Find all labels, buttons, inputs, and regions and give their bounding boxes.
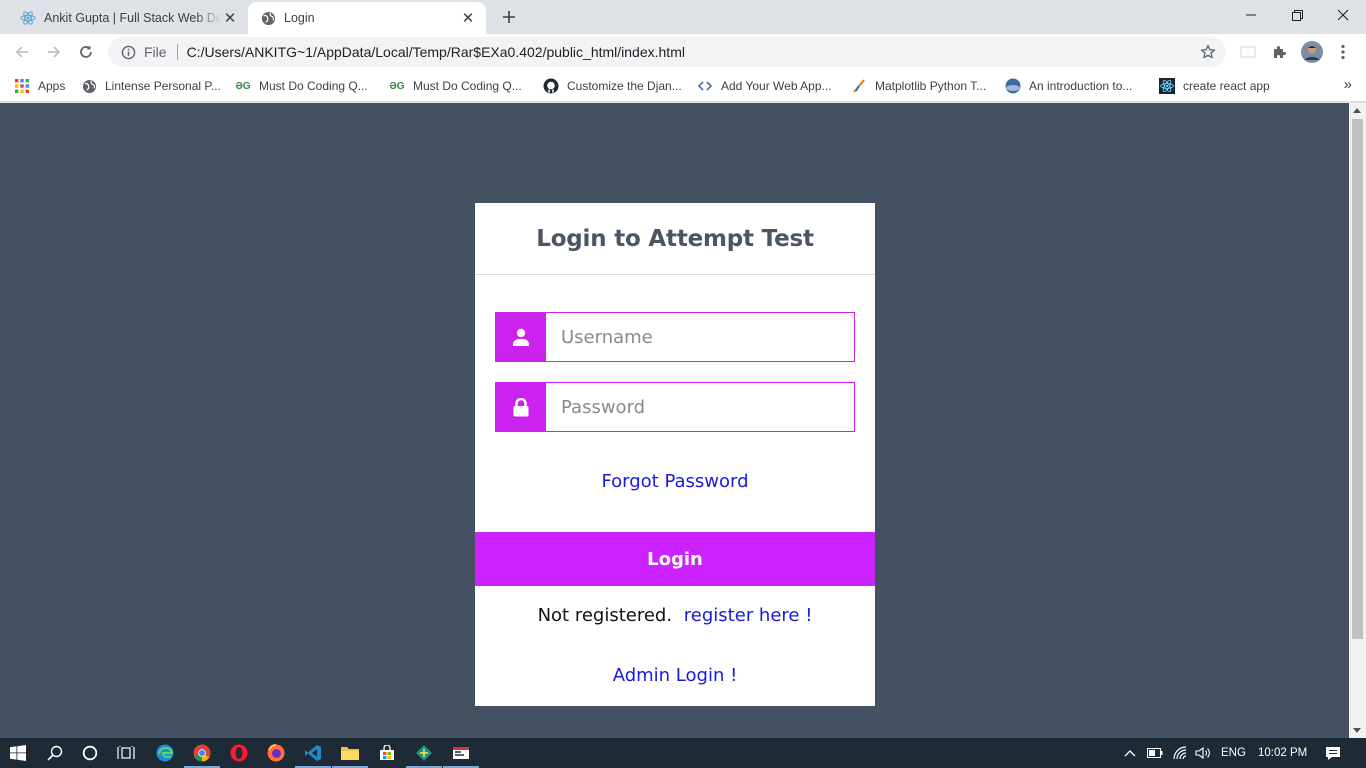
search-icon[interactable] [43,741,67,765]
firefox-browser-icon[interactable] [264,741,288,765]
restore-icon[interactable] [1274,0,1320,30]
apps-grid-icon [14,78,30,94]
profile-avatar-icon[interactable] [1301,41,1323,63]
battery-icon[interactable] [1147,738,1163,768]
bookmark-label: create react app [1183,79,1270,93]
edge-browser-icon[interactable] [153,741,177,765]
bookmark-label: An introduction to... [1029,79,1133,93]
bookmark-lintense[interactable]: Lintense Personal P... [81,76,221,96]
bookmark-label: Must Do Coding Q... [413,79,522,93]
register-link[interactable]: register here ! [684,605,813,626]
matplotlib-icon [851,78,867,94]
file-explorer-icon[interactable] [332,741,368,768]
extension-placeholder-icon[interactable] [1238,42,1258,62]
vscode-icon[interactable] [295,741,331,768]
back-arrow-icon[interactable] [8,38,36,66]
bookmark-create-react-app[interactable]: create react app [1159,76,1270,96]
card-header: Login to Attempt Test [475,203,875,275]
tab-title: Login [284,11,315,25]
scroll-down-arrow-icon[interactable] [1353,728,1361,733]
plus-icon[interactable] [498,6,520,28]
volume-icon[interactable] [1195,738,1211,768]
browser-toolbar: File C:/Users/ANKITG~1/AppData/Local/Tem… [0,34,1366,70]
bookmark-matplotlib[interactable]: Matplotlib Python T... [851,76,986,96]
bookmark-customize-django[interactable]: Customize the Djan... [543,76,682,96]
extensions-puzzle-icon[interactable] [1270,42,1290,62]
tab-login[interactable]: Login ✕ [248,2,486,34]
tab-strip: Ankit Gupta | Full Stack Web Dev ✕ Login… [0,0,1366,34]
bookmark-label: Add Your Web App... [721,79,832,93]
opera-browser-icon[interactable] [227,741,251,765]
bookmark-must-do-coding-2[interactable]: ƏG Must Do Coding Q... [389,76,522,96]
admin-login-link[interactable]: Admin Login ! [475,665,875,686]
scrollbar-thumb[interactable] [1352,119,1363,639]
wifi-icon[interactable] [1173,738,1189,768]
planet-icon [1005,78,1021,94]
bookmark-label: Matplotlib Python T... [875,79,987,93]
bookmark-apps[interactable]: Apps [14,76,65,96]
task-view-icon[interactable] [114,741,138,765]
more-bookmarks-chevron-icon[interactable]: » [1344,76,1352,93]
notifications-icon[interactable] [1325,738,1341,768]
github-icon [543,78,559,94]
show-hidden-icons-chevron-icon[interactable] [1124,738,1136,768]
info-icon[interactable] [120,44,136,60]
bookmark-label: Lintense Personal P... [105,79,221,93]
more-vert-icon[interactable] [1333,42,1353,62]
react-icon [20,10,36,26]
username-input[interactable] [546,313,854,361]
scroll-up-arrow-icon[interactable] [1353,108,1361,113]
vertical-scrollbar[interactable] [1349,103,1366,738]
chrome-browser-icon[interactable] [184,741,220,768]
clock-time[interactable]: 10:02 PM [1258,738,1307,768]
forward-arrow-icon[interactable] [40,38,68,66]
separator [176,44,178,60]
password-input[interactable] [546,383,854,431]
git-kraken-icon[interactable] [406,741,442,768]
tab-ankit-gupta[interactable]: Ankit Gupta | Full Stack Web Dev ✕ [8,2,248,34]
bookmark-must-do-coding-1[interactable]: ƏG Must Do Coding Q... [235,76,368,96]
tab-title: Ankit Gupta | Full Stack Web Dev [44,11,222,25]
minimize-icon[interactable] [1228,0,1274,30]
username-field [495,312,855,362]
microsoft-store-icon[interactable] [375,741,399,765]
windows-start-icon[interactable] [6,741,30,765]
close-window-icon[interactable] [1320,0,1366,30]
bookmark-label: Must Do Coding Q... [259,79,368,93]
bookmarks-bar: Apps Lintense Personal P... ƏG Must Do C… [0,70,1366,102]
reload-icon[interactable] [72,38,100,66]
page-title: Login to Attempt Test [536,225,814,252]
globe-icon [81,78,97,94]
language-indicator[interactable]: ENG [1221,738,1246,768]
register-line: Not registered. register here ! [475,605,875,626]
page-viewport: Login to Attempt Test Forgot Password Lo… [0,103,1349,738]
bookmark-add-web-app[interactable]: Add Your Web App... [697,76,832,96]
globe-icon [260,10,276,26]
cortana-icon[interactable] [78,741,102,765]
terminal-app-icon[interactable] [443,741,479,768]
password-field [495,382,855,432]
bookmark-label: Apps [38,79,66,93]
close-tab-icon[interactable]: ✕ [460,10,476,27]
gfg-icon: ƏG [389,80,405,92]
address-bar[interactable]: File C:/Users/ANKITG~1/AppData/Local/Tem… [108,37,1226,67]
bookmark-an-introduction[interactable]: An introduction to... [1005,76,1132,96]
not-registered-text: Not registered. [537,605,673,626]
forgot-password-link[interactable]: Forgot Password [475,471,875,492]
gfg-icon: ƏG [235,80,251,92]
close-tab-icon[interactable]: ✕ [222,10,238,27]
user-icon [496,313,546,361]
windows-taskbar: ENG 10:02 PM [0,738,1366,768]
lock-icon [496,383,546,431]
url-scheme: File [144,44,167,60]
react-icon [1159,78,1175,94]
login-card: Login to Attempt Test Forgot Password Lo… [475,203,875,706]
code-icon [697,78,713,94]
url-text[interactable]: C:/Users/ANKITG~1/AppData/Local/Temp/Rar… [187,44,685,60]
login-button[interactable]: Login [475,532,875,586]
bookmark-label: Customize the Djan... [567,79,682,93]
bookmark-star-icon[interactable] [1200,44,1216,60]
